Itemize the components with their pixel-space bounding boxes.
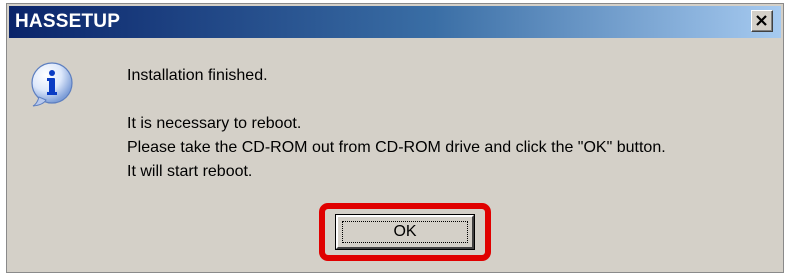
message-line-3: Please take the CD-ROM out from CD-ROM d… <box>127 139 666 156</box>
window-title: HASSETUP <box>15 11 121 32</box>
message-dialog: HASSETUP Installation finished. It is ne… <box>6 3 784 273</box>
close-button[interactable] <box>751 10 773 32</box>
message-line-2: It is necessary to reboot. <box>127 115 302 132</box>
ok-button[interactable]: OK <box>335 214 475 250</box>
info-icon <box>29 61 75 107</box>
message-line-4: It will start reboot. <box>127 163 253 180</box>
close-icon <box>756 15 767 26</box>
ok-button-label: OK <box>393 223 417 240</box>
title-bar[interactable]: HASSETUP <box>9 6 781 38</box>
message-line-1: Installation finished. <box>127 67 268 84</box>
